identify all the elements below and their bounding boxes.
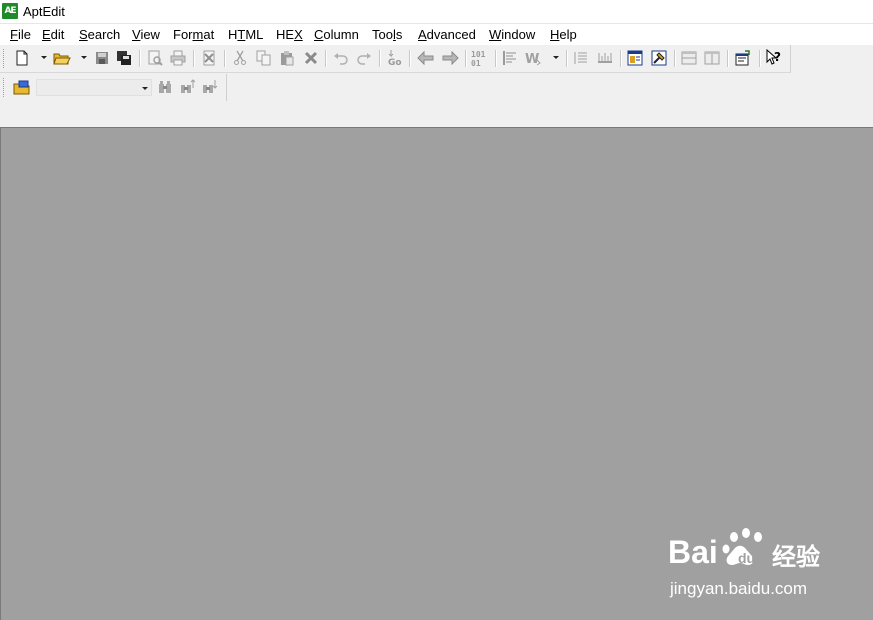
menu-window[interactable]: Window [489, 27, 535, 42]
svg-text:?: ? [774, 50, 781, 64]
tool-icon[interactable] [650, 49, 668, 67]
goto-icon[interactable]: Go [386, 49, 404, 67]
align-left-icon[interactable] [501, 49, 519, 67]
find-next-icon[interactable] [201, 78, 219, 96]
search-toolbar [0, 74, 227, 101]
svg-text:W: W [525, 52, 539, 66]
menu-view[interactable]: View [132, 27, 160, 42]
menu-edit[interactable]: Edit [42, 27, 64, 42]
undo-icon[interactable] [332, 49, 350, 67]
print-preview-icon[interactable] [146, 49, 164, 67]
svg-text:Bai: Bai [668, 534, 718, 570]
open-folder-icon[interactable] [53, 49, 71, 67]
properties-icon[interactable] [734, 49, 752, 67]
find-in-files-icon[interactable] [13, 78, 31, 96]
split-vertical-icon[interactable] [703, 49, 721, 67]
menu-column[interactable]: Column [314, 27, 359, 42]
new-file-dropdown[interactable] [41, 56, 47, 59]
toolbar-separator [759, 50, 760, 67]
close-file-icon[interactable] [200, 49, 218, 67]
word-wrap-icon[interactable]: W [525, 49, 543, 67]
toolbar-separator [409, 50, 410, 67]
toolbar-grip[interactable] [3, 49, 6, 68]
toolbar-separator [566, 50, 567, 67]
save-all-icon[interactable] [115, 49, 133, 67]
svg-text:Go: Go [388, 58, 402, 67]
find-prev-icon[interactable] [179, 78, 197, 96]
svg-text:01: 01 [471, 59, 481, 67]
redo-icon[interactable] [355, 49, 373, 67]
toolbar-separator [193, 50, 194, 67]
split-horizontal-icon[interactable] [680, 49, 698, 67]
html-editor-icon[interactable] [626, 49, 644, 67]
context-help-icon[interactable]: ? [765, 49, 783, 67]
line-numbers-icon[interactable] [572, 49, 590, 67]
save-icon[interactable] [93, 49, 111, 67]
word-wrap-dropdown[interactable] [553, 56, 559, 59]
menu-tools[interactable]: Tools [372, 27, 402, 42]
toolbar-separator [465, 50, 466, 67]
binary-icon[interactable]: 101 01 [470, 49, 488, 67]
title-bar: AE AptEdit [0, 0, 873, 23]
menu-bar: File Edit Search View Format HTML HEX Co… [0, 23, 873, 45]
toolbar-separator [224, 50, 225, 67]
app-logo-icon: AE [2, 3, 18, 19]
toolbar-separator [495, 50, 496, 67]
toolbar-grip[interactable] [3, 78, 6, 97]
document-tab-strip [0, 101, 873, 127]
menu-hex[interactable]: HEX [276, 27, 303, 42]
search-combo-dropdown[interactable] [142, 87, 148, 90]
copy-icon[interactable] [255, 49, 273, 67]
svg-text:经验: 经验 [772, 543, 820, 571]
window-title: AptEdit [23, 4, 65, 19]
menu-html[interactable]: HTML [228, 27, 263, 42]
paste-icon[interactable] [278, 49, 296, 67]
menu-help[interactable]: Help [550, 27, 577, 42]
baidu-logo-watermark: Bai du 经验 [668, 528, 820, 571]
prev-bookmark-icon[interactable] [417, 49, 435, 67]
delete-icon[interactable] [302, 49, 320, 67]
find-icon[interactable] [156, 78, 174, 96]
watermark-url: jingyan.baidu.com [670, 579, 808, 598]
toolbar-separator [325, 50, 326, 67]
menu-format[interactable]: Format [173, 27, 214, 42]
menu-file[interactable]: File [10, 27, 31, 42]
menu-search[interactable]: Search [79, 27, 120, 42]
print-icon[interactable] [169, 49, 187, 67]
svg-text:101: 101 [471, 50, 486, 59]
new-file-icon[interactable] [13, 49, 31, 67]
menu-advanced[interactable]: Advanced [418, 27, 476, 42]
ruler-icon[interactable] [596, 49, 614, 67]
baidu-watermark: Bai du 经验 jingyan.baidu.com [668, 525, 838, 605]
toolbar-separator [379, 50, 380, 67]
toolbar-separator [674, 50, 675, 67]
next-bookmark-icon[interactable] [441, 49, 459, 67]
toolbar-separator [139, 50, 140, 67]
toolbar-area: Go 101 01 W ? [0, 45, 873, 101]
search-combo[interactable] [36, 79, 152, 96]
toolbar-separator [620, 50, 621, 67]
toolbar-separator [727, 50, 728, 67]
svg-text:du: du [738, 550, 755, 566]
main-toolbar: Go 101 01 W ? [0, 45, 791, 73]
cut-icon[interactable] [231, 49, 249, 67]
open-file-dropdown[interactable] [81, 56, 87, 59]
